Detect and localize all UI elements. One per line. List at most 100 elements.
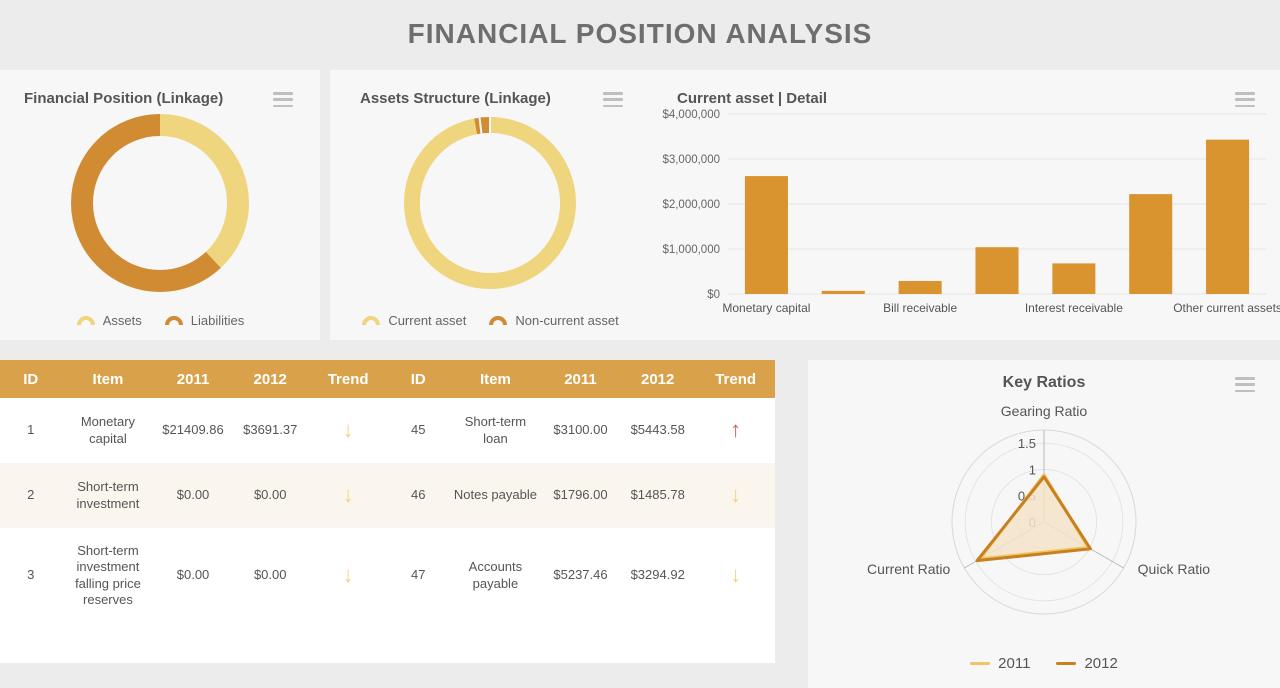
legend-dash-icon — [1056, 662, 1077, 665]
col-header-2011-right[interactable]: 2011 — [541, 360, 620, 398]
cell-2012-left: $3691.37 — [243, 422, 298, 438]
cell-trend-right: ↓ — [696, 528, 775, 623]
panel-title-key-ratios: Key Ratios — [1002, 374, 1086, 391]
cell-2012-right: $1485.78 — [630, 487, 685, 503]
radar-axis-label: Quick Ratio — [1138, 561, 1211, 577]
table-row[interactable]: 3 Short-term investment falling price re… — [0, 528, 775, 623]
radar-ring-label: 1 — [1029, 462, 1036, 477]
legend-arc-icon — [362, 316, 381, 325]
bar[interactable] — [744, 176, 788, 294]
cell-item-left: Short-term investment falling price rese… — [75, 543, 141, 607]
table-row[interactable]: 1 Monetary capital $21409.86 $3691.37 ↓ … — [0, 398, 775, 463]
cell-trend-right: ↑ — [696, 398, 775, 463]
col-header-id-left[interactable]: ID — [0, 360, 62, 398]
y-axis-tick-label: $4,000,000 — [662, 109, 720, 121]
y-axis-tick-label: $2,000,000 — [662, 199, 720, 211]
legend-arc-icon — [76, 316, 95, 325]
panel-assets-structure: Assets Structure (Linkage) Current asset… — [330, 70, 650, 340]
arrow-down-icon: ↓ — [342, 417, 354, 443]
radar-axis-label: Gearing Ratio — [1001, 404, 1088, 419]
legend-item-2011[interactable]: 2011 — [970, 655, 1030, 672]
y-axis-tick-label: $0 — [707, 289, 720, 301]
bar[interactable] — [821, 290, 865, 294]
cell-id-left: 3 — [27, 567, 35, 583]
bar[interactable] — [898, 280, 942, 294]
legend-arc-icon — [164, 316, 183, 325]
legend-label-assets: Assets — [102, 313, 142, 328]
col-header-2011-left[interactable]: 2011 — [154, 360, 232, 398]
cell-item-right: Notes payable — [453, 487, 537, 503]
cell-id-right: 47 — [410, 567, 426, 583]
bar[interactable] — [1206, 139, 1250, 294]
donut-hole — [420, 133, 560, 273]
arrow-down-icon: ↓ — [730, 562, 742, 588]
legend-item-liabilities[interactable]: Liabilities — [164, 313, 244, 328]
col-header-item-right[interactable]: Item — [448, 360, 542, 398]
table-header-row: ID Item 2011 2012 Trend ID Item 2011 201… — [0, 360, 775, 398]
cell-trend-right: ↓ — [696, 463, 775, 528]
cell-item-right: Accounts payable — [468, 559, 523, 591]
bar[interactable] — [1052, 263, 1096, 294]
legend-label-current-asset: Current asset — [388, 313, 467, 328]
cell-2011-left: $0.00 — [176, 487, 210, 503]
arrow-down-icon: ↓ — [730, 482, 742, 508]
panel-title-assets-structure: Assets Structure (Linkage) — [360, 90, 551, 107]
radar-axis-label: Current Ratio — [867, 561, 950, 577]
cell-2011-right: $5237.46 — [553, 567, 608, 583]
col-header-2012-left[interactable]: 2012 — [231, 360, 309, 398]
cell-2011-left: $0.00 — [176, 567, 210, 583]
cell-item-right: Short-term loan — [464, 414, 527, 446]
legend-financial-position: Assets Liabilities — [0, 313, 320, 328]
cell-id-right: 45 — [410, 422, 426, 438]
legend-label-2012: 2012 — [1084, 655, 1118, 672]
cell-id-left: 2 — [27, 487, 35, 503]
arrow-up-icon: ↑ — [730, 417, 742, 443]
x-axis-tick-label: Interest receivable — [1025, 301, 1123, 315]
col-header-2012-right[interactable]: 2012 — [619, 360, 697, 398]
cell-2011-right: $1796.00 — [553, 487, 608, 503]
current-asset-bar-chart: $0 $1,000,000 $2,000,000 $3,000,000 $4,000,0… — [650, 104, 1280, 340]
col-header-item-left[interactable]: Item — [61, 360, 155, 398]
cell-2012-right: $3294.92 — [630, 567, 685, 583]
legend-item-2012[interactable]: 2012 — [1056, 655, 1118, 672]
financial-position-donut-chart — [0, 108, 320, 298]
legend-item-assets[interactable]: Assets — [76, 313, 142, 328]
assets-structure-donut-chart — [330, 108, 650, 298]
col-header-id-right[interactable]: ID — [387, 360, 449, 398]
cell-trend-left: ↓ — [309, 528, 388, 623]
arrow-down-icon: ↓ — [342, 562, 354, 588]
panel-current-asset-detail: Current asset | Detail $0 $1,000,000 $2,00… — [650, 70, 1280, 340]
radar-ring-label: 1.5 — [1018, 436, 1036, 451]
cell-id-right: 46 — [410, 487, 426, 503]
legend-item-non-current-asset[interactable]: Non-current asset — [488, 313, 619, 328]
col-header-trend-left[interactable]: Trend — [308, 360, 388, 398]
legend-label-non-current-asset: Non-current asset — [515, 313, 619, 328]
panel-financial-items-table: ID Item 2011 2012 Trend ID Item 2011 201… — [0, 360, 775, 663]
radar-chart-svg: 00.511.5Gearing RatioQuick RatioCurrent … — [867, 404, 1211, 615]
table-header: ID Item 2011 2012 Trend ID Item 2011 201… — [0, 360, 775, 398]
hamburger-icon[interactable] — [603, 92, 623, 107]
cell-trend-left: ↓ — [309, 398, 388, 463]
table-body: 1 Monetary capital $21409.86 $3691.37 ↓ … — [0, 398, 775, 623]
key-ratios-radar-chart: 00.511.5Gearing RatioQuick RatioCurrent … — [808, 404, 1280, 644]
cell-item-left: Monetary capital — [80, 414, 136, 446]
cell-2011-left: $21409.86 — [162, 422, 224, 438]
bar[interactable] — [975, 247, 1019, 294]
hamburger-icon[interactable] — [273, 92, 293, 107]
panel-title-financial-position: Financial Position (Linkage) — [24, 90, 224, 107]
legend-item-current-asset[interactable]: Current asset — [361, 313, 466, 328]
bar[interactable] — [1129, 194, 1173, 294]
financial-items-table: ID Item 2011 2012 Trend ID Item 2011 201… — [0, 360, 775, 623]
legend-assets-structure: Current asset Non-current asset — [330, 313, 650, 328]
table-row[interactable]: 2 Short-term investment $0.00 $0.00 ↓ 46… — [0, 463, 775, 528]
cell-2011-right: $3100.00 — [553, 422, 608, 438]
col-header-trend-right[interactable]: Trend — [696, 360, 775, 398]
hamburger-icon[interactable] — [1235, 377, 1255, 392]
x-axis-tick-label: Bill receivable — [883, 301, 957, 315]
page-title: FINANCIAL POSITION ANALYSIS — [0, 0, 1280, 68]
donut-svg-assets — [404, 117, 576, 289]
y-axis-tick-label: $1,000,000 — [662, 244, 720, 256]
arrow-down-icon: ↓ — [342, 482, 354, 508]
cell-item-left: Short-term investment — [76, 479, 140, 511]
panel-financial-position: Financial Position (Linkage) Assets Liab… — [0, 70, 320, 340]
